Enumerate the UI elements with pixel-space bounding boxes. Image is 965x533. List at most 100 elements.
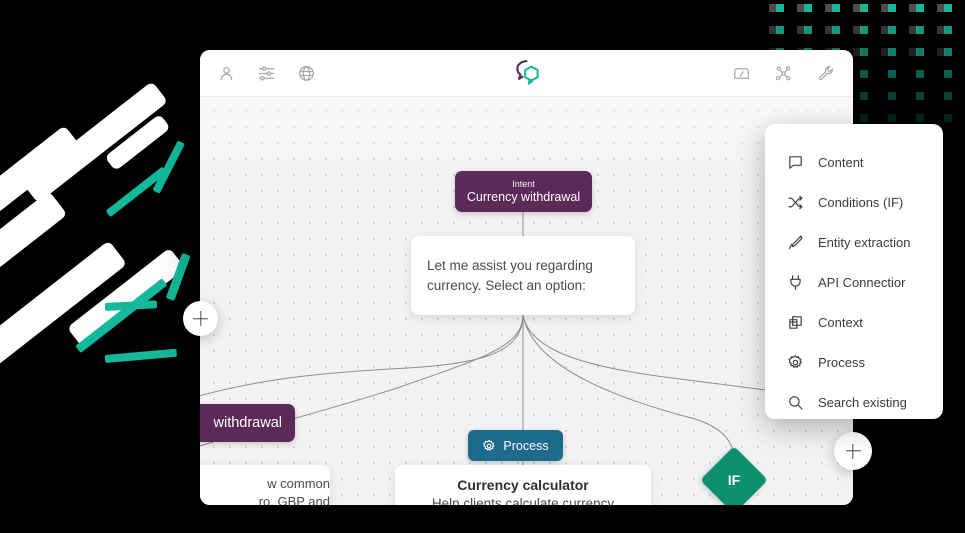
decorative-dot [832,26,840,34]
card-center-title: Currency calculator [457,477,589,493]
conditions-icon [787,194,804,211]
globe-icon[interactable] [296,63,316,83]
decorative-dot [860,26,868,34]
node-type-panel[interactable]: Content Conditions (IF) Entity extractio… [765,124,943,419]
panel-item-search-existing-label: Search existing [818,394,907,410]
decorative-dot [797,26,805,34]
wrench-icon[interactable] [815,64,835,84]
node-process-header[interactable]: Process [468,430,563,461]
panel-item-entity-extraction-label: Entity extraction [818,234,911,250]
card-left-info[interactable]: w common ro, GBP and rt, our currency ig… [200,465,330,505]
panel-item-conditions[interactable]: Conditions (IF) [765,182,943,222]
panel-item-search-existing[interactable]: Search existing [765,382,943,419]
decorative-dot [804,26,812,34]
decorative-dot [916,114,924,122]
node-intent-title: Currency withdrawal [466,189,581,204]
api-connection-icon [787,274,804,291]
panel-item-conditions-label: Conditions (IF) [818,194,904,210]
decorative-dot [944,70,952,78]
decorative-dot [888,26,896,34]
message-card[interactable]: Let me assist you regarding currency. Se… [411,236,635,315]
node-condition-if-label: IF [727,472,741,488]
decorative-dot [888,4,896,12]
decorative-dot [937,48,945,56]
app-window: Intent Currency withdrawal Let me assist… [200,50,853,505]
decorative-dot [769,4,777,12]
decorative-dot [888,92,896,100]
decorative-dot [853,4,861,12]
decorative-dot [825,26,833,34]
message-card-text: Let me assist you regarding currency. Se… [427,257,593,293]
entity-extraction-icon [787,234,804,251]
card-currency-calculator[interactable]: Currency calculator Help clients calcula… [395,465,651,505]
panel-item-content-label: Content [818,154,864,170]
panel-item-api-connection[interactable]: API Connectior [765,262,943,302]
add-node-button-right[interactable] [834,432,872,470]
gear-icon [482,439,496,453]
plus-icon [193,311,208,326]
decorative-dot [916,4,924,12]
content-icon [787,154,804,171]
decorative-dot [937,26,945,34]
share-nodes-icon[interactable] [773,64,793,84]
decorative-dot [860,4,868,12]
decorative-dot [853,26,861,34]
decorative-dot [944,26,952,34]
decorative-dot [909,4,917,12]
node-intent[interactable]: Intent Currency withdrawal [455,171,592,212]
decorative-dot [916,48,924,56]
decorative-dot [888,48,896,56]
decorative-dot [944,48,952,56]
plus-icon [846,444,861,459]
decorative-dot [888,114,896,122]
search-icon [787,394,804,411]
decorative-dot [860,114,868,122]
top-toolbar [200,50,853,97]
screenshot-stage: Intent Currency withdrawal Let me assist… [0,0,965,533]
decorative-dot [944,4,952,12]
panel-item-content[interactable]: Content [765,142,943,182]
toolbar-left-group [200,63,316,83]
node-process-label: Process [503,438,549,453]
card-center-line1: Help clients calculate currency [431,496,615,505]
chat-bubbles-logo [510,58,544,88]
decorative-dot [881,4,889,12]
panel-item-process[interactable]: Process [765,342,943,382]
decorative-dot [832,4,840,12]
decorative-dot [937,4,945,12]
decorative-dot [860,92,868,100]
decorative-dot [916,70,924,78]
decorative-dot [776,4,784,12]
decorative-dot [944,114,952,122]
decorative-dot [888,70,896,78]
add-node-button-left[interactable] [183,301,218,336]
decorative-dot [797,4,805,12]
decorative-dot [909,48,917,56]
node-intent-kicker: Intent [512,178,535,189]
decorative-dot [909,26,917,34]
panel-item-entity-extraction[interactable]: Entity extraction [765,222,943,262]
decorative-dot [776,26,784,34]
context-icon [787,314,804,331]
flow-canvas[interactable]: Intent Currency withdrawal Let me assist… [200,97,853,505]
user-icon[interactable] [216,63,236,83]
node-withdrawal-option[interactable]: withdrawal [200,404,295,442]
decorative-dot [916,92,924,100]
panel-item-context[interactable]: Context [765,302,943,342]
node-condition-if[interactable]: IF [700,446,768,505]
decorative-dot [860,70,868,78]
decorative-dot [804,4,812,12]
decorative-dot [825,4,833,12]
decorative-dot [881,48,889,56]
sliders-icon[interactable] [256,63,276,83]
panel-item-context-label: Context [818,314,863,330]
process-icon [787,354,804,371]
decorative-dot [860,48,868,56]
decorative-dot [881,26,889,34]
card-left-text: w common ro, GBP and rt, our currency ig… [258,476,330,505]
decorative-dot [944,92,952,100]
decorative-dot [853,48,861,56]
panel-item-process-label: Process [818,354,865,370]
gauge-icon[interactable] [731,64,751,84]
node-withdrawal-label: withdrawal [213,415,283,431]
